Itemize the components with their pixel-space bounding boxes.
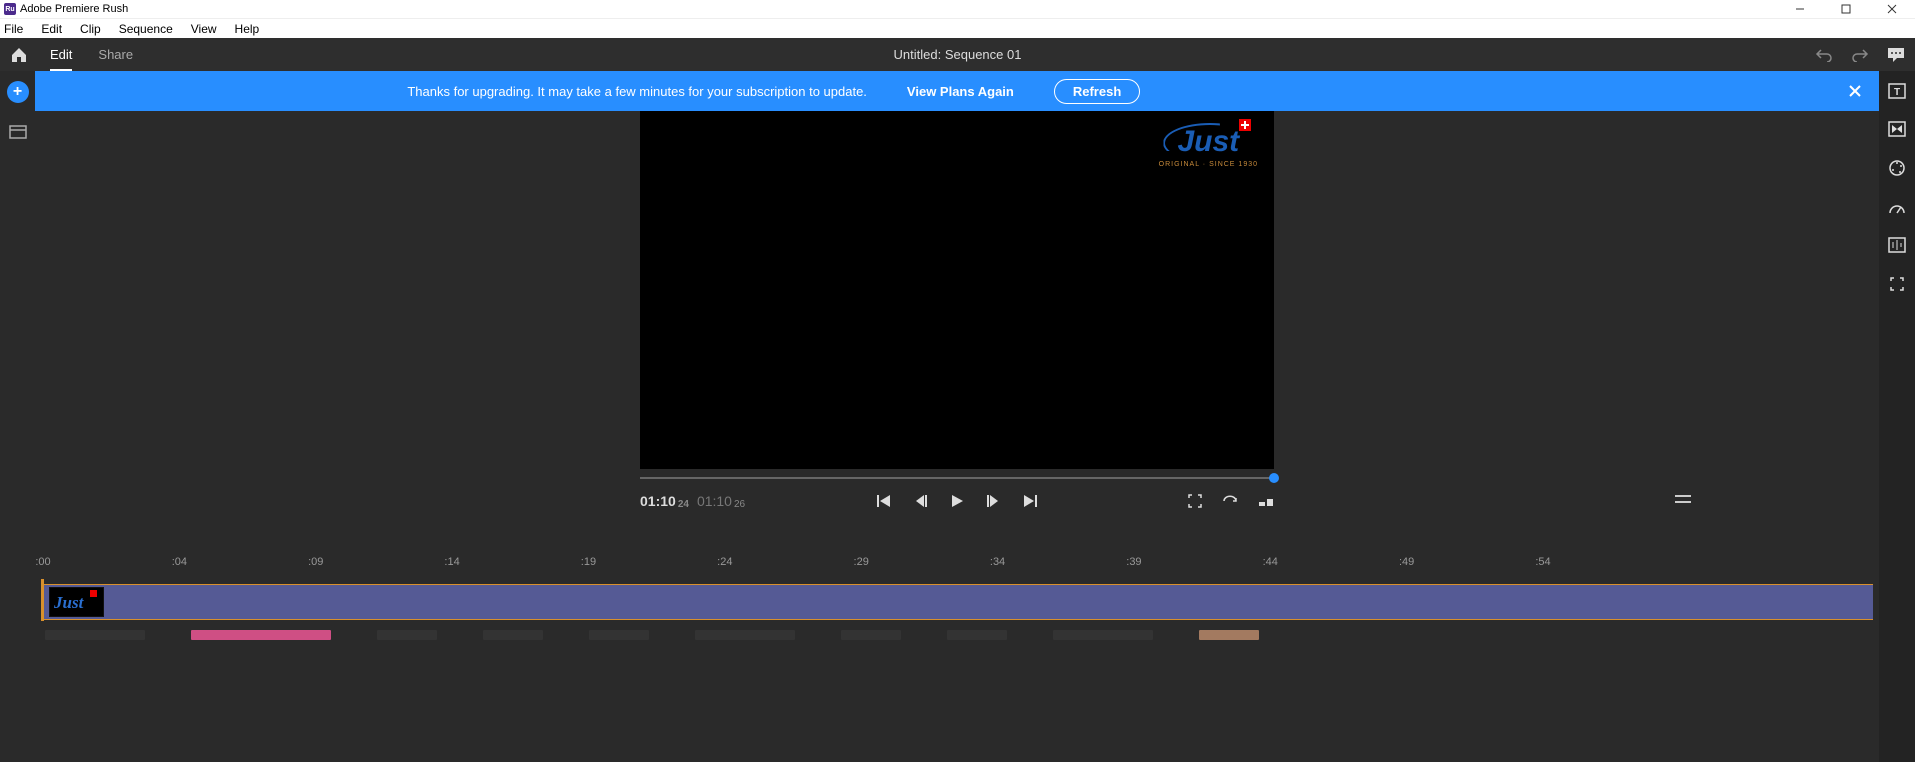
right-rail: T: [1879, 71, 1915, 762]
menu-sequence[interactable]: Sequence: [117, 22, 175, 36]
app-bar: Edit Share Untitled: Sequence 01: [0, 38, 1915, 71]
media-thumb[interactable]: [191, 630, 331, 640]
ruler-mark: :00: [35, 556, 50, 568]
media-thumb[interactable]: [695, 630, 795, 640]
ruler-mark: :14: [444, 556, 459, 568]
preview-logo: Just ORIGINAL · SINCE 1930: [1159, 125, 1258, 168]
app-icon: Ru: [4, 3, 16, 15]
transport-controls: 01:1024 01:1026: [640, 493, 1274, 509]
tab-share[interactable]: Share: [98, 47, 133, 62]
menu-edit[interactable]: Edit: [39, 22, 64, 36]
media-thumb[interactable]: [589, 630, 649, 640]
tab-edit[interactable]: Edit: [50, 47, 72, 62]
scrub-handle[interactable]: [1269, 473, 1279, 483]
add-media-button[interactable]: +: [7, 81, 29, 103]
media-thumb[interactable]: [377, 630, 437, 640]
speed-panel-icon[interactable]: [1888, 199, 1906, 215]
svg-text:T: T: [1894, 87, 1900, 98]
logo-text: Just: [1177, 125, 1239, 159]
feedback-icon[interactable]: [1887, 47, 1905, 63]
refresh-button[interactable]: Refresh: [1054, 79, 1140, 104]
banner-close-button[interactable]: [1849, 85, 1861, 97]
menu-file[interactable]: File: [2, 22, 25, 36]
project-panel-icon[interactable]: [9, 125, 27, 139]
media-thumbnail-row: [35, 630, 1879, 640]
scrub-bar[interactable]: [640, 477, 1274, 479]
ruler-mark: :29: [854, 556, 869, 568]
window-close-button[interactable]: [1869, 0, 1915, 18]
playhead[interactable]: [41, 579, 44, 621]
go-to-end-button[interactable]: [1022, 494, 1038, 508]
window-maximize-button[interactable]: [1823, 0, 1869, 18]
clip-swiss-cross-icon: [90, 590, 97, 597]
menu-bar: File Edit Clip Sequence View Help: [0, 18, 1915, 38]
step-forward-button[interactable]: [986, 494, 1000, 508]
app-title: Adobe Premiere Rush: [20, 3, 128, 15]
ruler-mark: :54: [1535, 556, 1550, 568]
menu-clip[interactable]: Clip: [78, 22, 103, 36]
loop-button[interactable]: [1222, 495, 1238, 507]
audio-panel-icon[interactable]: [1888, 237, 1906, 253]
go-to-start-button[interactable]: [876, 494, 892, 508]
current-time: 01:1024: [640, 493, 689, 509]
media-thumb[interactable]: [1053, 630, 1153, 640]
menu-view[interactable]: View: [189, 22, 219, 36]
ruler-mark: :04: [172, 556, 187, 568]
media-thumb[interactable]: [947, 630, 1007, 640]
media-thumb[interactable]: [45, 630, 145, 640]
swiss-cross-icon: [1239, 119, 1251, 131]
video-track[interactable]: Just: [41, 584, 1873, 620]
banner-message: Thanks for upgrading. It may take a few …: [407, 84, 867, 99]
view-plans-link[interactable]: View Plans Again: [907, 84, 1014, 99]
media-thumb[interactable]: [483, 630, 543, 640]
transform-panel-icon[interactable]: [1888, 275, 1906, 293]
timeline-options-button[interactable]: [1674, 493, 1692, 505]
menu-help[interactable]: Help: [233, 22, 262, 36]
transitions-panel-icon[interactable]: [1888, 121, 1906, 137]
ruler-mark: :39: [1126, 556, 1141, 568]
titles-panel-icon[interactable]: T: [1888, 83, 1906, 99]
fullscreen-button[interactable]: [1188, 494, 1202, 508]
duration-time: 01:1026: [697, 493, 745, 509]
preview-area: Just ORIGINAL · SINCE 1930 01:1024 01:10…: [35, 111, 1879, 556]
step-back-button[interactable]: [914, 494, 928, 508]
window-minimize-button[interactable]: [1777, 0, 1823, 18]
timeline: :00 :04 :09 :14 :19 :24 :29 :34 :39 :44 :49 :54 Jus…: [35, 556, 1879, 762]
home-button[interactable]: [10, 47, 28, 63]
expand-tracks-button[interactable]: [1258, 495, 1274, 507]
clip-thumbnail[interactable]: Just: [49, 587, 104, 617]
color-panel-icon[interactable]: [1888, 159, 1906, 177]
left-rail: +: [0, 71, 35, 762]
sequence-title: Untitled: Sequence 01: [894, 47, 1022, 62]
redo-button[interactable]: [1851, 48, 1869, 62]
ruler-mark: :24: [717, 556, 732, 568]
upgrade-banner: Thanks for upgrading. It may take a few …: [35, 71, 1879, 111]
window-titlebar: Ru Adobe Premiere Rush: [0, 0, 1915, 18]
ruler-mark: :44: [1263, 556, 1278, 568]
clip-logo-text: Just: [54, 593, 83, 613]
ruler-mark: :49: [1399, 556, 1414, 568]
media-thumb[interactable]: [841, 630, 901, 640]
media-thumb[interactable]: [1199, 630, 1259, 640]
video-preview[interactable]: Just ORIGINAL · SINCE 1930: [640, 111, 1274, 469]
timeline-ruler[interactable]: :00 :04 :09 :14 :19 :24 :29 :34 :39 :44 :49 :54: [35, 556, 1879, 578]
undo-button[interactable]: [1815, 48, 1833, 62]
logo-subtitle: ORIGINAL · SINCE 1930: [1159, 161, 1258, 168]
ruler-mark: :09: [308, 556, 323, 568]
ruler-mark: :34: [990, 556, 1005, 568]
ruler-mark: :19: [581, 556, 596, 568]
play-button[interactable]: [950, 494, 964, 508]
